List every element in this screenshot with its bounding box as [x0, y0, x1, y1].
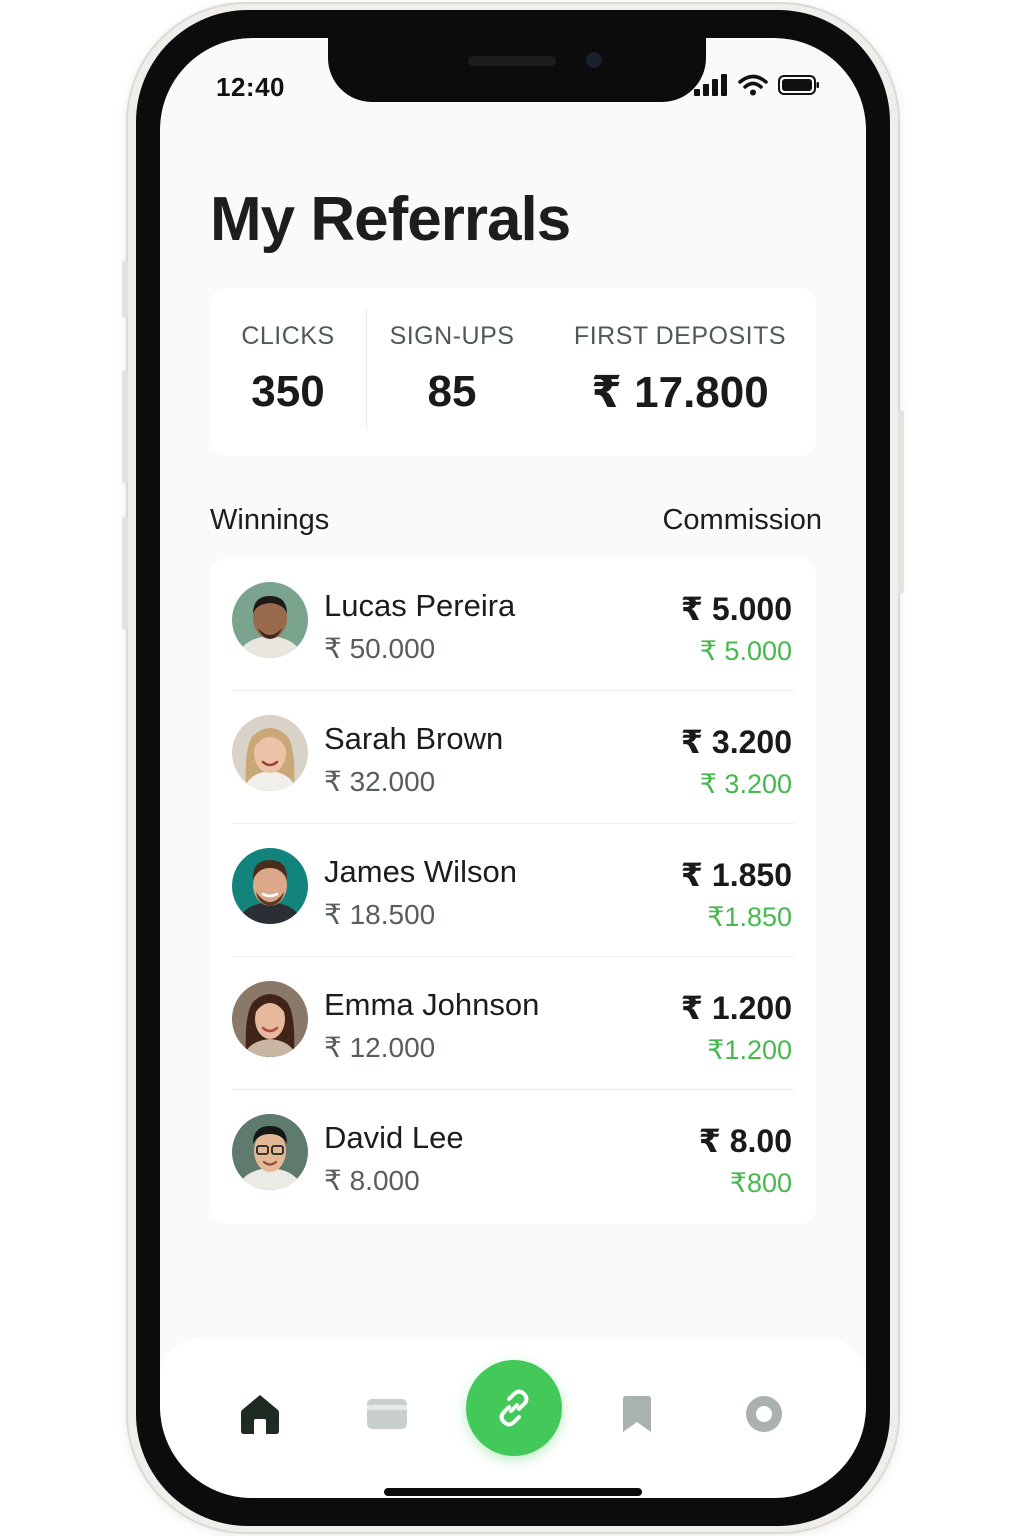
battery-icon: [778, 75, 819, 95]
status-icons: [694, 74, 820, 96]
referral-row[interactable]: David Lee ₹ 8.000 ₹ 8.00 ₹800: [210, 1090, 816, 1223]
stat-value: ₹ 17.800: [591, 368, 769, 417]
referral-row[interactable]: Sarah Brown ₹ 32.000 ₹ 3.200 ₹ 3.200: [210, 691, 816, 824]
avatar: [232, 582, 308, 658]
referral-commission-earned: ₹ 5.000: [699, 636, 792, 666]
winnings-heading: Winnings: [210, 504, 330, 536]
referral-row[interactable]: James Wilson ₹ 18.500 ₹ 1.850 ₹1.850: [210, 824, 816, 957]
home-icon: [241, 1395, 279, 1434]
power-button: [898, 410, 904, 594]
volume-down-button: [122, 516, 128, 630]
referral-commission: ₹ 1.200: [680, 990, 792, 1026]
referral-commission-earned: ₹1.200: [707, 1035, 792, 1065]
mute-switch: [122, 260, 128, 318]
profile-icon: [746, 1396, 782, 1432]
referral-name: Sarah Brown: [324, 721, 504, 756]
stat-clicks: CLICKS 350: [210, 322, 366, 417]
stat-label: FIRST DEPOSITS: [573, 322, 787, 350]
avatar: [232, 848, 308, 924]
avatar: [232, 1114, 308, 1190]
referral-winnings: ₹ 50.000: [324, 633, 436, 664]
referral-commission-earned: ₹1.850: [707, 902, 792, 932]
stat-label: CLICKS: [241, 322, 335, 350]
referral-name: Lucas Pereira: [324, 588, 516, 623]
bookmark-icon: [623, 1396, 651, 1432]
referral-winnings: ₹ 12.000: [324, 1032, 436, 1063]
referral-commission: ₹ 8.00: [698, 1123, 792, 1159]
front-camera: [586, 52, 602, 68]
referral-name: James Wilson: [324, 854, 517, 889]
referral-name: Emma Johnson: [324, 987, 540, 1022]
referral-winnings: ₹ 8.000: [324, 1165, 420, 1196]
referral-row[interactable]: Lucas Pereira ₹ 50.000 ₹ 5.000 ₹ 5.000: [210, 558, 816, 691]
stat-divider: [366, 308, 367, 430]
stat-value: 350: [251, 367, 325, 416]
stat-signups: SIGN-UPS 85: [374, 322, 530, 417]
card-icon: [367, 1399, 407, 1429]
referral-winnings: ₹ 18.500: [324, 899, 436, 930]
referral-commission-earned: ₹800: [729, 1168, 792, 1198]
page-title: My Referrals: [210, 185, 571, 254]
status-time: 12:40: [216, 72, 285, 102]
stat-label: SIGN-UPS: [389, 322, 515, 350]
referral-commission: ₹ 5.000: [680, 591, 792, 627]
phone-bezel: 12:40 My Referrals CLICKS 350 SIGN-UPS 8…: [136, 10, 890, 1526]
bottom-nav: [160, 1338, 866, 1498]
referral-row[interactable]: Emma Johnson ₹ 12.000 ₹ 1.200 ₹1.200: [210, 957, 816, 1090]
phone-frame: 12:40 My Referrals CLICKS 350 SIGN-UPS 8…: [122, 2, 904, 1534]
stats-card: CLICKS 350 SIGN-UPS 85 FIRST DEPOSITS ₹ …: [210, 288, 816, 456]
notch: [328, 38, 706, 102]
nav-home[interactable]: [230, 1384, 290, 1444]
home-indicator[interactable]: [384, 1488, 642, 1496]
share-link-button[interactable]: [466, 1360, 562, 1456]
referral-commission: ₹ 3.200: [680, 724, 792, 760]
stat-value: 85: [427, 367, 477, 416]
nav-profile[interactable]: [734, 1384, 794, 1444]
speaker-grille: [468, 56, 556, 66]
wifi-icon: [738, 74, 768, 96]
referral-commission-earned: ₹ 3.200: [699, 769, 792, 799]
screen: 12:40 My Referrals CLICKS 350 SIGN-UPS 8…: [160, 38, 866, 1498]
referral-name: David Lee: [324, 1120, 464, 1155]
avatar: [232, 981, 308, 1057]
signal-bars-icon: [694, 74, 727, 96]
nav-saved[interactable]: [607, 1384, 667, 1444]
commission-heading: Commission: [662, 504, 822, 536]
volume-up-button: [122, 370, 128, 484]
nav-cards[interactable]: [357, 1384, 417, 1444]
referral-commission: ₹ 1.850: [680, 857, 792, 893]
stat-first-deposits: FIRST DEPOSITS ₹ 17.800: [558, 322, 802, 418]
avatar: [232, 715, 308, 791]
referral-list: Lucas Pereira ₹ 50.000 ₹ 5.000 ₹ 5.000 S…: [210, 558, 816, 1224]
link-icon: [499, 1389, 529, 1427]
referral-winnings: ₹ 32.000: [324, 766, 436, 797]
